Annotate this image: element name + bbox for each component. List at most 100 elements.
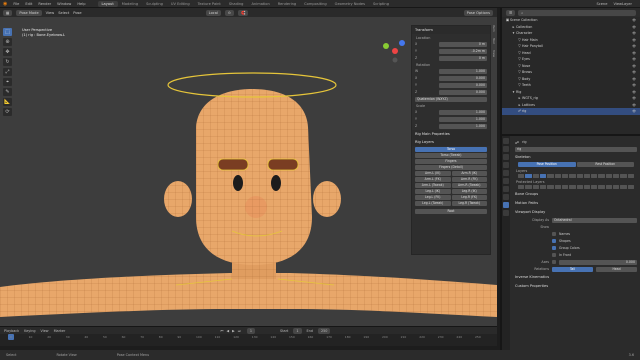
snap-icon[interactable]: 🧲 (237, 9, 249, 16)
inverse-kinematics-header[interactable]: Inverse Kinematics (512, 273, 640, 281)
layer-toggle[interactable] (525, 174, 532, 178)
layer-toggle[interactable] (547, 185, 554, 189)
show-option-checkbox[interactable] (552, 232, 556, 236)
rotation-mode-select[interactable]: Quaternion (WXYZ) (415, 96, 487, 102)
scale-value-field[interactable]: 1.000 (439, 109, 487, 115)
viewport-menu-view[interactable]: View (46, 11, 55, 15)
layer-toggle[interactable] (532, 185, 539, 189)
start-frame-field[interactable]: 1 (293, 327, 302, 334)
workspace-tab-scripting[interactable]: Scripting (369, 1, 393, 7)
scene-selector[interactable]: Scene (596, 2, 607, 6)
visibility-eye-icon[interactable]: 👁 (632, 31, 636, 35)
rig-layer-button[interactable]: Leg.R (FK) (451, 195, 487, 200)
visibility-eye-icon[interactable]: 👁 (632, 38, 636, 42)
layer-toggle[interactable] (554, 185, 561, 189)
workspace-tab-uv-editing[interactable]: UV Editing (167, 1, 194, 7)
visibility-eye-icon[interactable]: 👁 (632, 64, 636, 68)
mode-selector[interactable]: Pose Mode (16, 9, 42, 16)
visibility-eye-icon[interactable]: 👁 (632, 90, 636, 94)
viewport-display-header[interactable]: Viewport Display (512, 208, 640, 216)
layer-toggle[interactable] (583, 185, 591, 189)
outliner-editor-icon[interactable]: ☰ (506, 9, 516, 16)
menu-edit[interactable]: Edit (25, 2, 32, 6)
layer-toggle[interactable] (627, 185, 634, 189)
current-frame-field[interactable]: 1 (246, 327, 256, 334)
rig-main-properties-header[interactable]: Rig Main Properties (412, 130, 490, 138)
rig-layer-button[interactable]: Arm.R (IK) (451, 171, 487, 176)
blender-logo-icon[interactable]: ◉ (3, 1, 7, 7)
workspace-tab-compositing[interactable]: Compositing (300, 1, 331, 7)
visibility-eye-icon[interactable]: 👁 (632, 77, 636, 81)
3d-viewport[interactable]: ▦ Pose Mode View Select Pose Local ⊙ 🧲 P… (0, 8, 497, 326)
layer-toggle[interactable] (605, 174, 613, 178)
rig-layer-button[interactable]: Leg.R (Tweak) (451, 201, 487, 206)
visibility-eye-icon[interactable]: 👁 (632, 70, 636, 74)
layer-toggle[interactable] (539, 174, 547, 178)
layer-toggle[interactable] (525, 185, 532, 189)
visibility-eye-icon[interactable]: 👁 (632, 44, 636, 48)
workspace-tab-rendering[interactable]: Rendering (274, 1, 300, 7)
timeline-menu-keying[interactable]: Keying (24, 329, 35, 333)
workspace-tab-sculpting[interactable]: Sculpting (142, 1, 167, 7)
rig-layers-header[interactable]: Rig Layers (412, 138, 490, 146)
scale-value-field[interactable]: 1.000 (439, 123, 487, 129)
rig-layer-button[interactable]: Leg.L (IK) (415, 189, 451, 194)
layer-toggle[interactable] (539, 185, 547, 189)
layer-toggle[interactable] (583, 174, 591, 178)
visibility-eye-icon[interactable]: 👁 (632, 109, 636, 113)
pose-position-button[interactable]: Pose Position (518, 162, 576, 167)
skeleton-header[interactable]: Skeleton (512, 153, 640, 161)
display-as-select[interactable]: Octahedral (552, 217, 637, 223)
layer-toggle[interactable] (576, 174, 583, 178)
rotation-value-field[interactable]: 0.000 (439, 75, 487, 81)
motion-paths-header[interactable]: Motion Paths (512, 199, 640, 207)
workspace-tab-modeling[interactable]: Modeling (118, 1, 142, 7)
end-frame-field[interactable]: 250 (317, 327, 331, 334)
layer-toggle[interactable] (569, 185, 576, 189)
visibility-eye-icon[interactable]: 👁 (632, 51, 636, 55)
bone-groups-header[interactable]: Bone Groups (512, 190, 640, 198)
layer-toggle[interactable] (605, 185, 613, 189)
timeline-menu-marker[interactable]: Marker (54, 329, 66, 333)
rig-layer-button[interactable]: Leg.R (IK) (451, 189, 487, 194)
layer-toggle[interactable] (561, 174, 569, 178)
navigation-gizmo[interactable] (380, 36, 410, 66)
layer-toggle[interactable] (627, 174, 634, 178)
location-value-field[interactable]: 0 m (439, 41, 487, 47)
axes-value[interactable]: 0.000 (559, 259, 637, 265)
rig-layer-button[interactable]: Fingers (415, 159, 487, 164)
rest-position-button[interactable]: Rest Position (576, 162, 634, 167)
relations-tail-button[interactable]: Tail (552, 266, 593, 272)
rotation-value-field[interactable]: 0.000 (439, 82, 487, 88)
layer-toggle[interactable] (598, 174, 605, 178)
timeline-menu-view[interactable]: View (41, 329, 49, 333)
output-tab-icon[interactable] (503, 154, 509, 160)
workspace-tab-animation[interactable]: Animation (247, 1, 273, 7)
orientation-selector[interactable]: Local (205, 9, 221, 16)
viewport-menu-pose[interactable]: Pose (73, 11, 81, 15)
data-name-field[interactable]: rig (515, 146, 637, 152)
rig-layer-button[interactable]: Arm.L (IK) (415, 171, 451, 176)
layer-toggle[interactable] (576, 185, 583, 189)
visibility-eye-icon[interactable]: 👁 (632, 57, 636, 61)
menu-window[interactable]: Window (57, 2, 71, 6)
viewport-menu-select[interactable]: Select (58, 11, 69, 15)
custom-properties-header[interactable]: Custom Properties (512, 282, 640, 290)
render-tab-icon[interactable] (503, 146, 509, 152)
layer-toggle[interactable] (591, 174, 598, 178)
sidebar-tab-item[interactable]: Item (492, 25, 496, 32)
layer-toggle[interactable] (547, 174, 554, 178)
world-tab-icon[interactable] (503, 170, 509, 176)
rig-layer-button[interactable]: Fingers (Detail) (415, 165, 487, 170)
constraint-tab-icon[interactable] (503, 194, 509, 200)
outliner-search-icon[interactable]: ⌕ (518, 9, 636, 16)
rig-layer-button[interactable]: Torso (415, 147, 487, 152)
rig-layer-button[interactable]: Leg.L (FK) (415, 195, 451, 200)
sidebar-tab-tool[interactable]: Tool (492, 38, 496, 44)
menu-help[interactable]: Help (77, 2, 85, 6)
layer-toggle[interactable] (620, 185, 627, 189)
view-layer-selector[interactable]: ViewLayer (613, 2, 632, 6)
layer-toggle[interactable] (598, 185, 605, 189)
rig-layer-button[interactable]: Torso (Tweak) (415, 153, 487, 158)
pivot-icon[interactable]: ⊙ (224, 9, 234, 16)
